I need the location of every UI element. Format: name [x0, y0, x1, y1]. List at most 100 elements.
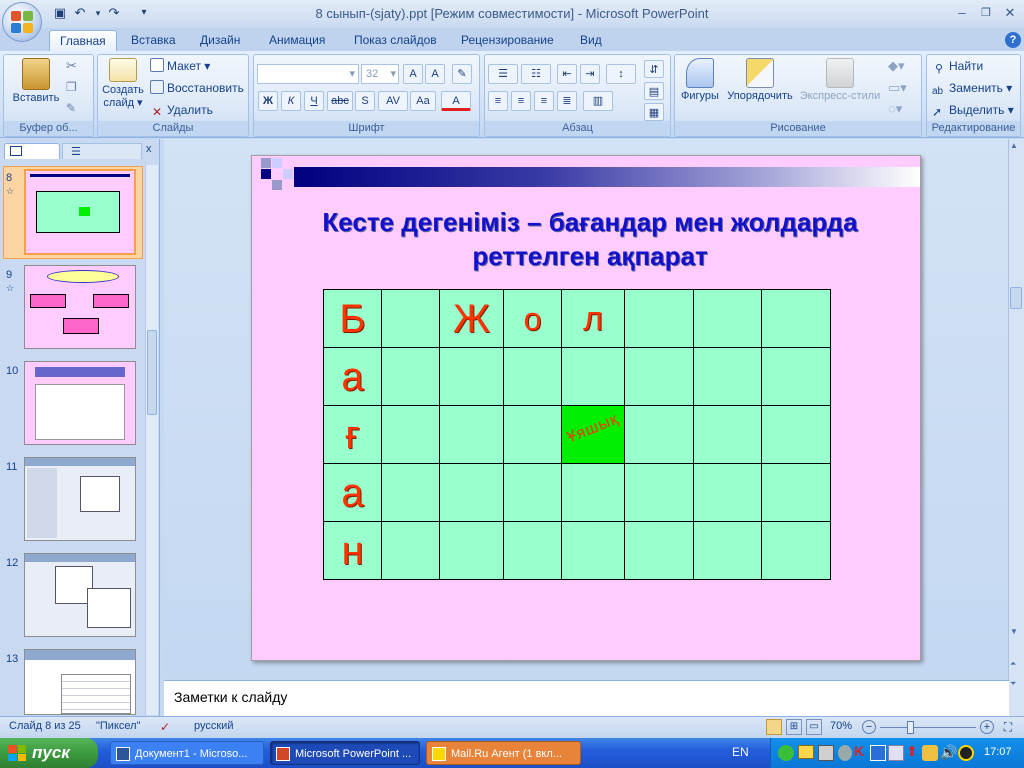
replace-button[interactable]: ab Заменить ▾	[932, 78, 1012, 98]
slide-thumbnail-12[interactable]	[24, 553, 136, 637]
reset-button[interactable]: Восстановить	[150, 78, 244, 98]
office-button[interactable]	[2, 2, 42, 42]
tray-app-icon[interactable]	[838, 745, 852, 761]
shape-fill-icon[interactable]: ◆▾	[888, 58, 905, 74]
delete-button[interactable]: ✕ Удалить	[150, 100, 213, 120]
tab-home[interactable]: Главная	[49, 30, 117, 52]
font-family-combo[interactable]: ▾	[257, 64, 359, 84]
tray-mail-icon[interactable]	[798, 745, 814, 759]
line-spacing-icon[interactable]: ↕	[606, 64, 636, 84]
tray-media-icon[interactable]	[958, 745, 974, 761]
help-icon[interactable]: ?	[1005, 32, 1021, 48]
slide-table[interactable]: Б Ж о л а ғ Ұяшық а н	[323, 289, 831, 580]
slide-thumbnail-10[interactable]	[24, 361, 136, 445]
font-size-combo[interactable]: 32 ▾	[361, 64, 399, 84]
clear-format-icon[interactable]: ✎	[452, 64, 472, 84]
tray-update-icon[interactable]: ⬆	[906, 743, 918, 760]
increase-indent-icon[interactable]: ⇥	[580, 64, 600, 84]
normal-view-icon[interactable]	[766, 719, 782, 735]
pane-scroll-thumb[interactable]	[147, 330, 157, 415]
shapes-button[interactable]: Фигуры	[678, 58, 722, 102]
tab-design[interactable]: Дизайн	[190, 30, 250, 52]
tab-animation[interactable]: Анимация	[259, 30, 335, 52]
columns-icon[interactable]: ▥	[583, 91, 613, 111]
tab-review[interactable]: Рецензирование	[451, 30, 564, 52]
close-pane-icon[interactable]: x	[146, 143, 152, 155]
arrange-button[interactable]: Упорядочить	[724, 58, 796, 102]
close-icon[interactable]: ✕	[999, 4, 1021, 22]
align-center-icon[interactable]: ≡	[511, 91, 531, 111]
taskbar-item-mailru[interactable]: Mail.Ru Агент (1 вкл...	[426, 741, 581, 765]
slide-thumbnail-13[interactable]	[24, 649, 136, 715]
zoom-out-icon[interactable]: −	[862, 720, 876, 734]
bold-icon[interactable]: Ж	[258, 91, 278, 111]
tab-insert[interactable]: Вставка	[121, 30, 186, 52]
font-color-icon[interactable]: A	[441, 91, 471, 111]
slideshow-icon[interactable]: ▭	[806, 719, 822, 735]
align-left-icon[interactable]: ≡	[488, 91, 508, 111]
fit-to-window-icon[interactable]: ⛶	[1000, 720, 1016, 734]
align-right-icon[interactable]: ≡	[534, 91, 554, 111]
zoom-slider-track[interactable]	[880, 727, 976, 728]
minimize-icon[interactable]: –	[951, 4, 973, 22]
zoom-level[interactable]: 70%	[830, 720, 852, 732]
bullets-icon[interactable]: ☰	[488, 64, 518, 84]
zoom-in-icon[interactable]: +	[980, 720, 994, 734]
slide-thumbnail-9[interactable]	[24, 265, 136, 349]
underline-icon[interactable]: Ч	[304, 91, 324, 111]
pane-scrollbar[interactable]	[145, 165, 158, 715]
text-direction-icon[interactable]: ⇵	[644, 60, 664, 78]
cut-icon[interactable]: ✂	[66, 58, 77, 74]
select-button[interactable]: ➚ Выделить ▾	[932, 100, 1014, 120]
find-button[interactable]: ⚲ Найти	[932, 56, 983, 76]
tray-antivirus-icon[interactable]: K	[854, 743, 864, 759]
zoom-slider-handle[interactable]	[907, 721, 914, 734]
slides-tab[interactable]	[4, 143, 60, 159]
numbering-icon[interactable]: ☷	[521, 64, 551, 84]
outline-tab[interactable]: ☰	[62, 143, 142, 159]
scroll-down-icon[interactable]: ▼	[1010, 627, 1018, 636]
slide-sorter-icon[interactable]: ⊞	[786, 719, 802, 735]
strikethrough-icon[interactable]: abc	[327, 91, 353, 111]
slide-scrollbar[interactable]: ▲ ▼ ⏶ ⏷	[1008, 139, 1024, 716]
copy-icon[interactable]: ❐	[66, 80, 77, 94]
align-text-icon[interactable]: ▤	[644, 82, 664, 100]
decrease-indent-icon[interactable]: ⇤	[557, 64, 577, 84]
notes-pane[interactable]: Заметки к слайду	[164, 680, 1009, 716]
tab-slideshow[interactable]: Показ слайдов	[344, 30, 447, 52]
slide-title[interactable]: Кесте дегеніміз – бағандар мен жолдарда …	[260, 205, 920, 273]
grow-font-icon[interactable]: A	[403, 64, 423, 84]
spellcheck-icon[interactable]: ✓	[160, 720, 170, 734]
scroll-up-icon[interactable]: ▲	[1010, 141, 1018, 150]
input-language[interactable]: EN	[732, 745, 749, 759]
tray-agent-icon[interactable]	[778, 745, 794, 761]
scroll-thumb[interactable]	[1010, 287, 1022, 309]
restore-icon[interactable]: ❐	[975, 4, 997, 22]
tray-display-icon[interactable]	[870, 745, 886, 761]
tray-calendar-icon[interactable]	[888, 745, 904, 761]
tray-volume-icon[interactable]: 🔊	[940, 744, 957, 761]
start-button[interactable]: пуск	[0, 738, 98, 768]
tray-folder-icon[interactable]	[922, 745, 938, 761]
spacing-icon[interactable]: AV	[378, 91, 408, 111]
new-slide-button[interactable]: Создать слайд ▾	[100, 58, 146, 109]
slide-thumbnail-11[interactable]	[24, 457, 136, 541]
slide-thumbnail-8[interactable]	[24, 169, 136, 255]
smartart-icon[interactable]: ▦	[644, 103, 664, 121]
italic-icon[interactable]: К	[281, 91, 301, 111]
language-indicator[interactable]: русский	[194, 720, 233, 732]
shape-effects-icon[interactable]: ◌▾	[888, 101, 902, 117]
change-case-icon[interactable]: Aa	[410, 91, 436, 111]
justify-icon[interactable]: ≣	[557, 91, 577, 111]
format-painter-icon[interactable]: ✎	[66, 101, 76, 115]
shape-outline-icon[interactable]: ▭▾	[888, 80, 907, 96]
layout-button[interactable]: Макет ▾	[150, 56, 210, 76]
quick-styles-button[interactable]: Экспресс-стили	[798, 58, 882, 102]
shadow-icon[interactable]: S	[355, 91, 375, 111]
previous-slide-icon[interactable]: ⏶	[1010, 659, 1016, 669]
tray-network-icon[interactable]	[818, 745, 834, 761]
tab-view[interactable]: Вид	[570, 30, 612, 52]
taskbar-item-word[interactable]: Документ1 - Microso...	[110, 741, 264, 765]
shrink-font-icon[interactable]: A	[425, 64, 445, 84]
taskbar-item-powerpoint[interactable]: Microsoft PowerPoint ...	[270, 741, 420, 765]
